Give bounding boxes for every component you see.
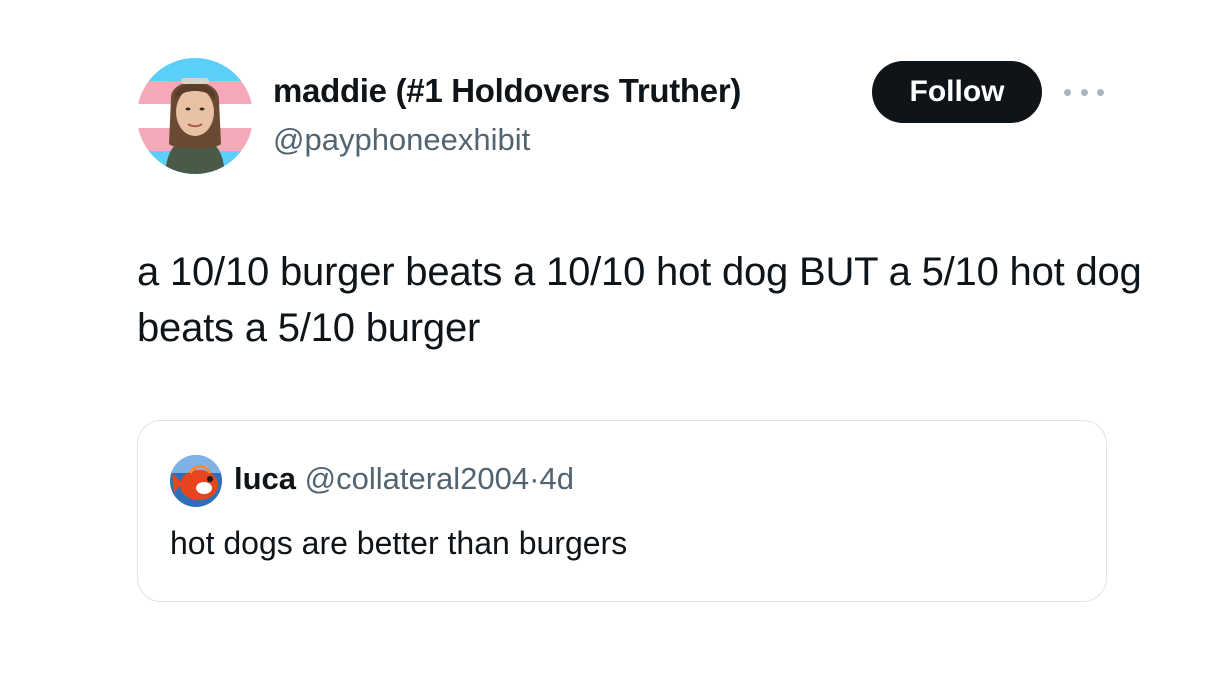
author-avatar[interactable] [137, 58, 253, 174]
quote-separator: · [529, 461, 540, 496]
quote-author-handle[interactable]: @collateral2004 [305, 461, 530, 496]
quote-header: luca @collateral2004·4d [234, 461, 574, 497]
quote-timestamp[interactable]: 4d [539, 461, 573, 496]
author-display-name[interactable]: maddie (#1 Holdovers Truther) [273, 72, 741, 110]
ellipsis-icon[interactable] [1064, 81, 1104, 103]
quote-text: hot dogs are better than burgers [170, 525, 628, 561]
follow-button[interactable]: Follow [872, 61, 1042, 123]
quote-author-avatar[interactable] [170, 455, 222, 507]
author-handle[interactable]: @payphoneexhibit [273, 122, 530, 158]
quote-avatar-image [170, 455, 222, 507]
quote-author-name[interactable]: luca [234, 461, 296, 496]
ellipsis-dot [1080, 88, 1088, 96]
ellipsis-dot [1064, 88, 1071, 96]
ellipsis-dot [1097, 88, 1104, 96]
quoted-tweet-card[interactable] [137, 420, 1107, 602]
tweet-text: a 10/10 burger beats a 10/10 hot dog BUT… [137, 250, 1142, 350]
author-avatar-image [137, 58, 253, 174]
